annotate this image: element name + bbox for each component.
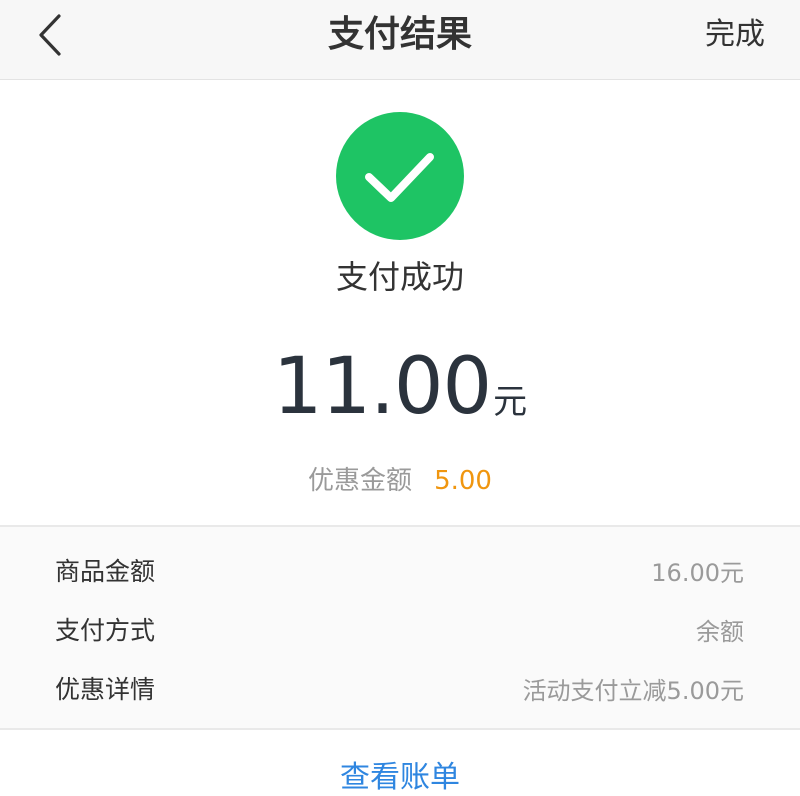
detail-label: 支付方式 bbox=[55, 616, 156, 645]
detail-value: 活动支付立减5.00元 bbox=[522, 676, 744, 705]
payment-result-panel: 支付成功 11.00元 优惠金额 5.00 bbox=[0, 80, 800, 527]
navigation-bar: 支付结果 完成 bbox=[0, 0, 800, 80]
detail-row-goods-amount: 商品金额 16.00元 bbox=[55, 550, 744, 590]
detail-value: 16.00元 bbox=[651, 558, 744, 587]
view-bill-link[interactable]: 查看账单 bbox=[0, 752, 800, 796]
page-title: 支付结果 bbox=[327, 14, 472, 55]
detail-row-discount-details: 优惠详情 活动支付立减5.00元 bbox=[55, 668, 744, 708]
detail-label: 商品金额 bbox=[55, 557, 156, 586]
detail-label: 优惠详情 bbox=[55, 675, 156, 704]
discount-summary: 优惠金额 5.00 bbox=[0, 460, 800, 497]
payment-status-text: 支付成功 bbox=[335, 258, 464, 296]
paid-amount: 11.00元 bbox=[0, 342, 800, 432]
payment-details: 商品金额 16.00元 支付方式 余额 优惠详情 活动支付立减5.00元 bbox=[0, 527, 800, 730]
discount-value: 5.00 bbox=[434, 466, 492, 496]
done-button[interactable]: 完成 bbox=[705, 0, 765, 70]
check-circle-icon bbox=[336, 112, 464, 240]
amount-value: 11.00 bbox=[272, 342, 492, 432]
detail-row-payment-method: 支付方式 余额 bbox=[55, 609, 744, 649]
discount-label: 优惠金额 bbox=[308, 466, 413, 496]
detail-value: 余额 bbox=[696, 617, 744, 646]
amount-unit: 元 bbox=[493, 382, 528, 422]
